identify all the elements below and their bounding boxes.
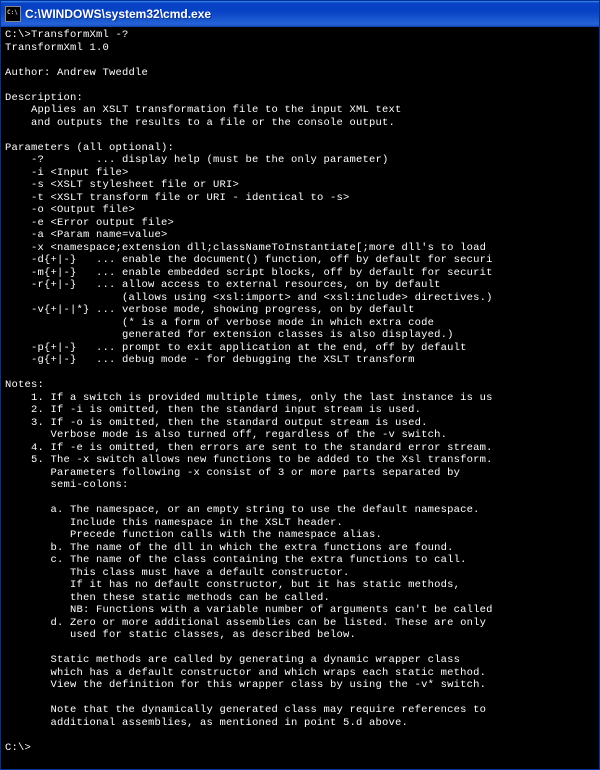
console-line: -r{+|-} ... allow access to external res… (5, 279, 441, 291)
console-line: Notes: (5, 379, 44, 391)
console-line: c. The name of the class containing the … (5, 554, 467, 566)
console-line: -e <Error output file> (5, 217, 174, 229)
console-line: -a <Param name=value> (5, 229, 168, 241)
console-line: -? ... display help (must be the only pa… (5, 154, 389, 166)
cmd-window: C:\WINDOWS\system32\cmd.exe C:\>Transfor… (0, 0, 600, 770)
console-line: View the definition for this wrapper cla… (5, 679, 486, 691)
console-line: Parameters following -x consist of 3 or … (5, 467, 460, 479)
console-line: b. The name of the dll in which the extr… (5, 542, 454, 554)
console-line: 3. If -o is omitted, then the standard o… (5, 417, 428, 429)
cmd-icon (5, 6, 21, 22)
console-line: Author: Andrew Tweddle (5, 67, 148, 79)
console-line: semi-colons: (5, 479, 129, 491)
console-line: Include this namespace in the XSLT heade… (5, 517, 343, 529)
console-line: Precede function calls with the namespac… (5, 529, 382, 541)
console-line: (allows using <xsl:import> and <xsl:incl… (5, 292, 493, 304)
console-line: 4. If -e is omitted, then errors are sen… (5, 442, 493, 454)
console-line: -t <XSLT transform file or URI - identic… (5, 192, 350, 204)
console-line: Applies an XSLT transformation file to t… (5, 104, 402, 116)
console-prompt: C:\> (5, 742, 31, 754)
console-line: -v{+|-|*} ... verbose mode, showing prog… (5, 304, 415, 316)
console-line: -p{+|-} ... prompt to exit application a… (5, 342, 467, 354)
console-line: -d{+|-} ... enable the document() functi… (5, 254, 493, 266)
titlebar-text: C:\WINDOWS\system32\cmd.exe (25, 7, 595, 21)
console-line: additional assemblies, as mentioned in p… (5, 717, 408, 729)
console-line: -x <namespace;extension dll;classNameToI… (5, 242, 486, 254)
console-line: -i <Input file> (5, 167, 129, 179)
console-line: Note that the dynamically generated clas… (5, 704, 486, 716)
titlebar[interactable]: C:\WINDOWS\system32\cmd.exe (1, 1, 599, 27)
console-line: 2. If -i is omitted, then the standard i… (5, 404, 421, 416)
console-line: (* is a form of verbose mode in which ex… (5, 317, 434, 329)
console-line: generated for extension classes is also … (5, 329, 454, 341)
console-output[interactable]: C:\>TransformXml -? TransformXml 1.0 Aut… (1, 27, 599, 769)
console-line: -m{+|-} ... enable embedded script block… (5, 267, 493, 279)
console-line: If it has no default constructor, but it… (5, 579, 460, 591)
console-line: -s <XSLT stylesheet file or URI> (5, 179, 239, 191)
console-line: and outputs the results to a file or the… (5, 117, 395, 129)
console-line: -o <Output file> (5, 204, 135, 216)
console-line: This class must have a default construct… (5, 567, 350, 579)
console-line: NB: Functions with a variable number of … (5, 604, 493, 616)
console-line: -g{+|-} ... debug mode - for debugging t… (5, 354, 415, 366)
console-line: Verbose mode is also turned off, regardl… (5, 429, 447, 441)
console-line: d. Zero or more additional assemblies ca… (5, 617, 486, 629)
console-line: Description: (5, 92, 83, 104)
console-line: which has a default constructor and whic… (5, 667, 486, 679)
console-line: a. The namespace, or an empty string to … (5, 504, 480, 516)
console-line: Parameters (all optional): (5, 142, 174, 154)
console-line: then these static methods can be called. (5, 592, 330, 604)
console-line: TransformXml 1.0 (5, 42, 109, 54)
console-line: 1. If a switch is provided multiple time… (5, 392, 493, 404)
console-line: C:\>TransformXml -? (5, 29, 129, 41)
console-line: 5. The -x switch allows new functions to… (5, 454, 493, 466)
console-line: Static methods are called by generating … (5, 654, 460, 666)
console-line: used for static classes, as described be… (5, 629, 356, 641)
